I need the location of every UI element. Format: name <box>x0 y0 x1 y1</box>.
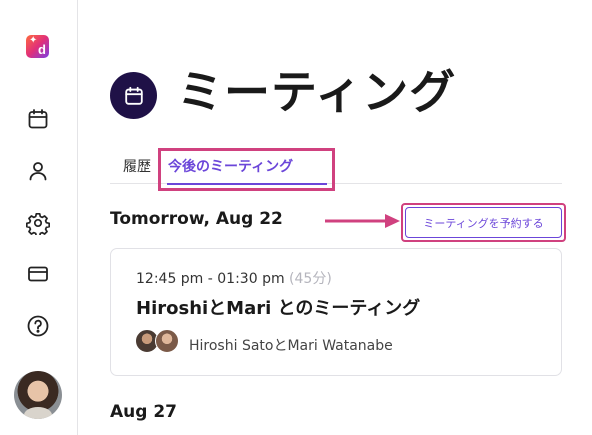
meeting-duration: (45分) <box>289 271 332 287</box>
meeting-card[interactable]: 12:45 pm - 01:30 pm (45分) HiroshiとMari と… <box>110 248 562 376</box>
tab-history[interactable]: 履歴 <box>123 155 151 179</box>
sidebar-item-settings[interactable] <box>25 210 51 236</box>
user-avatar[interactable] <box>14 371 62 419</box>
sparkle-icon: ✦ <box>29 35 38 46</box>
schedule-meeting-button[interactable]: ミーティングを予約する <box>405 207 562 238</box>
sidebar-item-calendar[interactable] <box>25 106 51 132</box>
page-header-icon <box>110 72 157 119</box>
meeting-title: HiroshiとMari とのミーティング <box>136 298 421 319</box>
app-logo[interactable]: ✦ d <box>26 35 49 58</box>
sidebar-item-help[interactable] <box>25 313 51 339</box>
tab-highlight-annotation <box>158 148 335 191</box>
help-icon <box>27 315 49 337</box>
day-heading: Tomorrow, Aug 22 <box>110 209 283 229</box>
page-title: ミーティング <box>177 65 457 119</box>
user-icon <box>29 162 47 181</box>
meeting-time: 12:45 pm - 01:30 pm (45分) <box>136 268 332 288</box>
participant-avatars <box>135 329 181 355</box>
calendar-icon <box>28 109 48 129</box>
sidebar-item-user[interactable] <box>25 158 51 184</box>
sidebar: ✦ d <box>0 0 78 435</box>
meeting-participants: Hiroshi SatoとMari Watanabe <box>189 338 393 354</box>
avatar-shirt <box>24 407 52 419</box>
meeting-time-range: 12:45 pm - 01:30 pm <box>136 271 285 287</box>
sidebar-item-billing[interactable] <box>25 261 51 287</box>
participant-avatar <box>155 329 179 353</box>
credit-card-icon <box>28 266 48 282</box>
gear-icon <box>26 212 50 235</box>
day-heading: Aug 27 <box>110 402 178 422</box>
calendar-icon <box>124 86 143 105</box>
logo-letter: d <box>38 42 46 57</box>
arrow-right-annotation-icon <box>325 214 400 228</box>
